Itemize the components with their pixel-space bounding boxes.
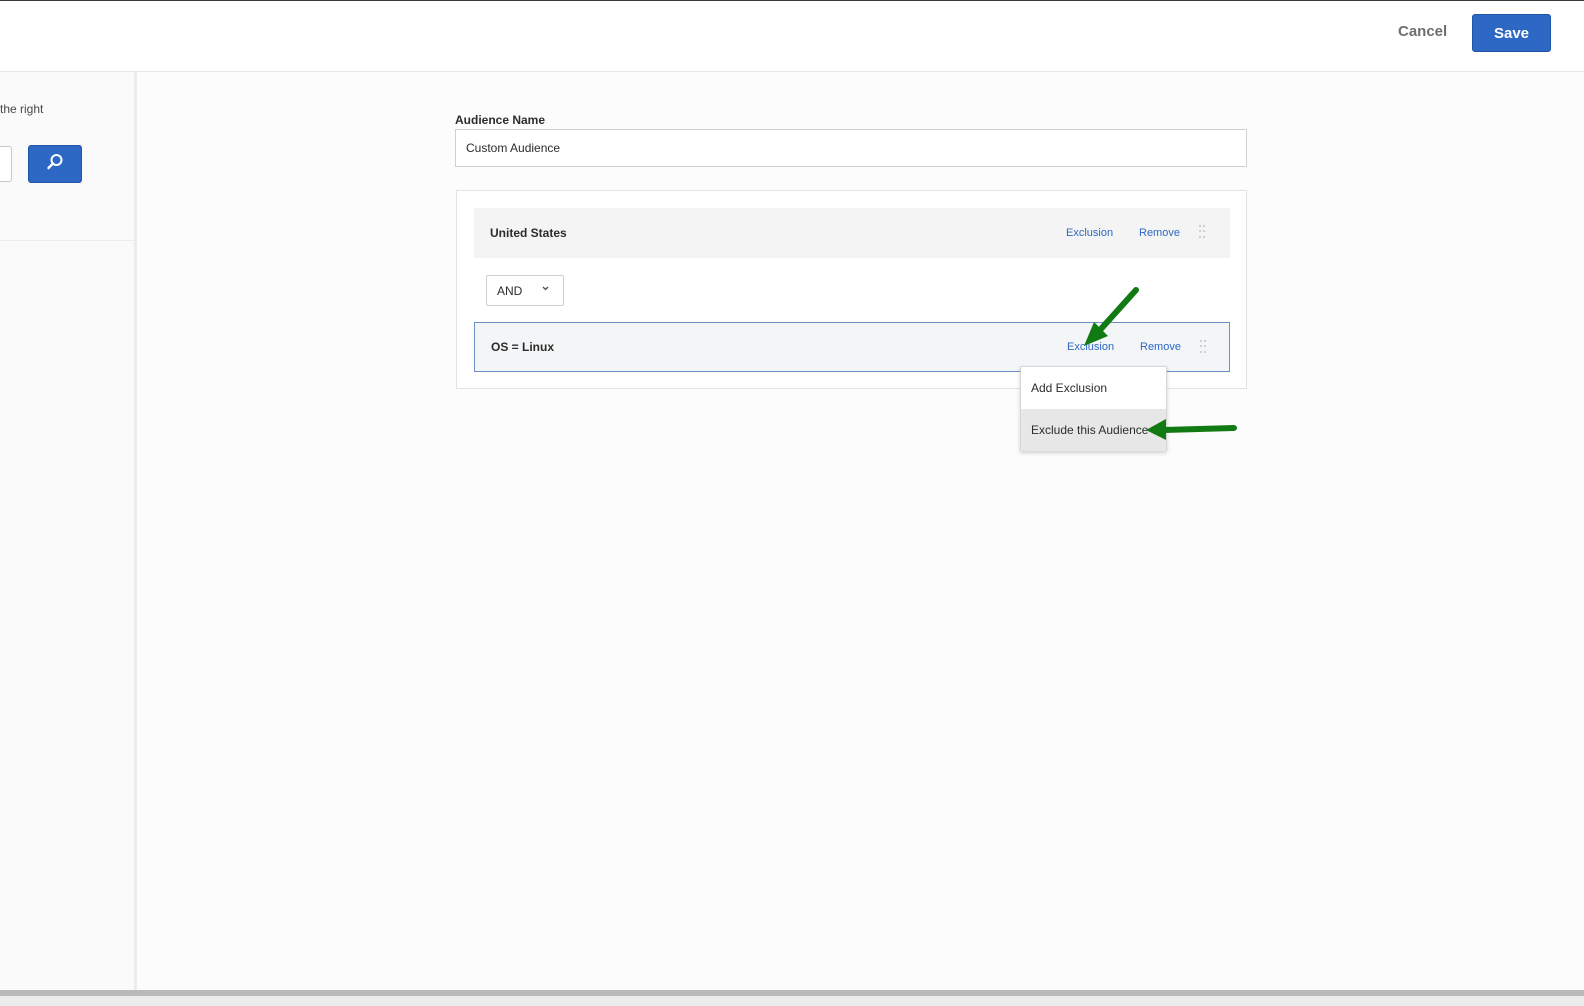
menu-item-add-exclusion[interactable]: Add Exclusion bbox=[1021, 367, 1166, 409]
operator-value: AND bbox=[497, 283, 523, 298]
rules-container: United States Exclusion Remove AND OS = … bbox=[456, 190, 1247, 389]
header-bar: Cancel Save bbox=[0, 1, 1584, 72]
search-button[interactable] bbox=[28, 145, 82, 183]
audience-name-label: Audience Name bbox=[455, 113, 546, 127]
remove-link[interactable]: Remove bbox=[1140, 341, 1181, 353]
exclusion-menu: Add Exclusion Exclude this Audience bbox=[1020, 366, 1167, 451]
scrollbar-thumb[interactable] bbox=[0, 990, 1584, 996]
drag-handle-icon[interactable] bbox=[1199, 225, 1205, 239]
left-panel: the right bbox=[0, 72, 134, 990]
rule-row-united-states: United States Exclusion Remove bbox=[474, 208, 1230, 258]
save-button[interactable]: Save bbox=[1472, 14, 1551, 52]
drag-handle-icon[interactable] bbox=[1200, 340, 1206, 354]
operator-select[interactable]: AND bbox=[486, 275, 564, 306]
menu-item-exclude-audience[interactable]: Exclude this Audience bbox=[1021, 409, 1166, 451]
chevron-down-icon bbox=[541, 284, 550, 296]
audience-name-input[interactable] bbox=[455, 129, 1247, 167]
search-icon bbox=[46, 153, 64, 176]
rule-title: United States bbox=[490, 226, 567, 240]
left-panel-hint: the right bbox=[0, 102, 44, 116]
left-search-input[interactable] bbox=[0, 146, 12, 182]
remove-link[interactable]: Remove bbox=[1139, 227, 1180, 239]
left-panel-divider bbox=[0, 240, 134, 241]
rule-row-os-linux: OS = Linux Exclusion Remove bbox=[474, 322, 1230, 372]
audience-builder: Audience Name United States Exclusion Re… bbox=[137, 72, 1584, 990]
exclusion-link[interactable]: Exclusion bbox=[1067, 341, 1114, 353]
exclusion-link[interactable]: Exclusion bbox=[1066, 227, 1113, 239]
rule-title: OS = Linux bbox=[491, 340, 555, 354]
horizontal-scrollbar[interactable] bbox=[0, 990, 1584, 1006]
cancel-button[interactable]: Cancel bbox=[1398, 23, 1447, 43]
